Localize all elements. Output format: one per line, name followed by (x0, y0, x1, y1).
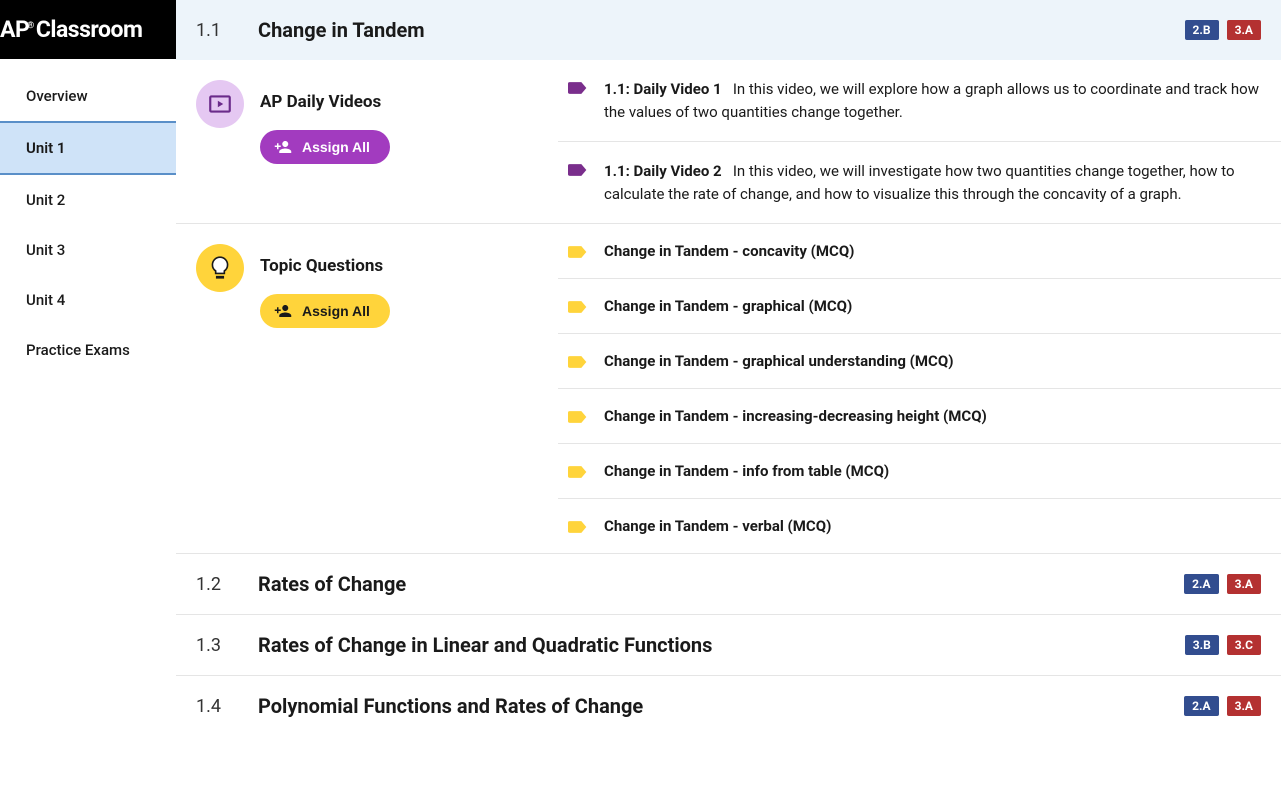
topic-title: Rates of Change in Linear and Quadratic … (258, 633, 1185, 657)
sidebar: AP®Classroom OverviewUnit 1Unit 2Unit 3U… (0, 0, 176, 801)
question-item-title: Change in Tandem - graphical understandi… (604, 352, 953, 370)
topic-tags: 3.B 3.C (1185, 635, 1261, 655)
section-left: Topic Questions Assign All (176, 224, 558, 553)
sidebar-item[interactable]: Unit 4 (0, 275, 176, 325)
topic-number: 1.4 (196, 696, 258, 717)
question-item-title: Change in Tandem - increasing-decreasing… (604, 407, 987, 425)
assign-all-label: Assign All (302, 303, 370, 319)
label-icon (568, 519, 588, 535)
question-item[interactable]: Change in Tandem - graphical understandi… (558, 334, 1281, 389)
topic-title: Polynomial Functions and Rates of Change (258, 694, 1184, 718)
logo: AP®Classroom (0, 0, 176, 59)
questions-list: Change in Tandem - concavity (MCQ) Change… (558, 224, 1281, 553)
topic-tags: 2.A 3.A (1184, 696, 1261, 716)
nav-list: OverviewUnit 1Unit 2Unit 3Unit 4Practice… (0, 59, 176, 375)
videos-list: 1.1: Daily Video 1 In this video, we wil… (558, 60, 1281, 223)
video-item-text: 1.1: Daily Video 1 In this video, we wil… (604, 78, 1261, 123)
video-item-text: 1.1: Daily Video 2 In this video, we wil… (604, 160, 1261, 205)
topic-number: 1.1 (196, 20, 258, 41)
sidebar-item[interactable]: Unit 2 (0, 175, 176, 225)
label-icon (568, 409, 588, 425)
topic-number: 1.3 (196, 635, 258, 656)
label-icon (568, 244, 588, 260)
sidebar-item[interactable]: Unit 3 (0, 225, 176, 275)
assign-all-videos-button[interactable]: Assign All (260, 130, 390, 164)
questions-section-title: Topic Questions (260, 244, 390, 276)
main-content: 1.1 Change in Tandem 2.B 3.A AP Daily Vi… (176, 0, 1281, 801)
topic-title: Rates of Change (258, 572, 1184, 596)
question-item[interactable]: Change in Tandem - increasing-decreasing… (558, 389, 1281, 444)
topic-number: 1.2 (196, 574, 258, 595)
label-icon (568, 80, 588, 96)
question-item[interactable]: Change in Tandem - graphical (MCQ) (558, 279, 1281, 334)
sidebar-item[interactable]: Overview (0, 71, 176, 121)
question-item-title: Change in Tandem - info from table (MCQ) (604, 462, 889, 480)
sidebar-item[interactable]: Practice Exams (0, 325, 176, 375)
section-left: AP Daily Videos Assign All (176, 60, 558, 223)
question-item-title: Change in Tandem - concavity (MCQ) (604, 242, 854, 260)
label-icon (568, 464, 588, 480)
questions-section: Topic Questions Assign All Change in Tan… (176, 224, 1281, 554)
question-item[interactable]: Change in Tandem - verbal (MCQ) (558, 499, 1281, 553)
label-icon (568, 299, 588, 315)
question-item-title: Change in Tandem - graphical (MCQ) (604, 297, 852, 315)
topic-row[interactable]: 1.1 Change in Tandem 2.B 3.A (176, 0, 1281, 60)
skill-tag: 3.C (1227, 635, 1261, 655)
topic-title: Change in Tandem (258, 18, 1185, 42)
assign-all-label: Assign All (302, 139, 370, 155)
label-icon (568, 162, 588, 178)
logo-prefix: AP (0, 16, 29, 43)
logo-reg-mark: ® (27, 21, 34, 31)
logo-suffix: Classroom (36, 16, 143, 43)
topic-row[interactable]: 1.4 Polynomial Functions and Rates of Ch… (176, 676, 1281, 736)
topic-tags: 2.A 3.A (1184, 574, 1261, 594)
skill-tag: 2.A (1184, 696, 1218, 716)
sidebar-item[interactable]: Unit 1 (0, 121, 176, 175)
skill-tag: 3.A (1227, 574, 1261, 594)
skill-tag: 2.A (1184, 574, 1218, 594)
question-item[interactable]: Change in Tandem - concavity (MCQ) (558, 224, 1281, 279)
question-icon (196, 244, 244, 292)
video-icon (196, 80, 244, 128)
label-icon (568, 354, 588, 370)
question-item-title: Change in Tandem - verbal (MCQ) (604, 517, 831, 535)
topic-tags: 2.B 3.A (1185, 20, 1261, 40)
skill-tag: 3.A (1227, 696, 1261, 716)
skill-tag: 3.B (1185, 635, 1219, 655)
video-item[interactable]: 1.1: Daily Video 2 In this video, we wil… (558, 142, 1281, 223)
skill-tag: 2.B (1185, 20, 1219, 40)
videos-section: AP Daily Videos Assign All 1.1: Daily Vi… (176, 60, 1281, 224)
skill-tag: 3.A (1227, 20, 1261, 40)
topic-row[interactable]: 1.2 Rates of Change 2.A 3.A (176, 554, 1281, 615)
topic-row[interactable]: 1.3 Rates of Change in Linear and Quadra… (176, 615, 1281, 676)
assign-all-questions-button[interactable]: Assign All (260, 294, 390, 328)
videos-section-title: AP Daily Videos (260, 80, 390, 112)
question-item[interactable]: Change in Tandem - info from table (MCQ) (558, 444, 1281, 499)
video-item[interactable]: 1.1: Daily Video 1 In this video, we wil… (558, 60, 1281, 142)
